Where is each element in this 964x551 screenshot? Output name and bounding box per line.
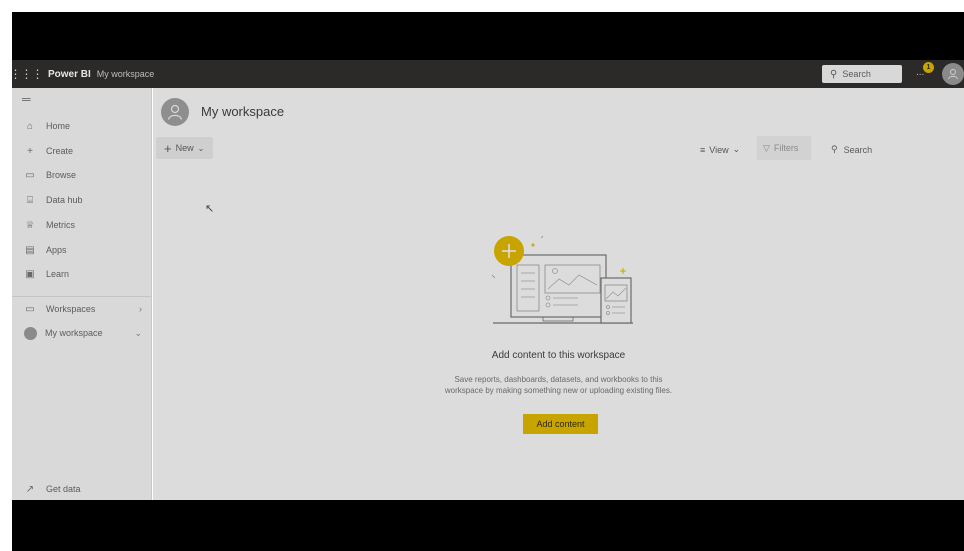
breadcrumb[interactable]: My workspace bbox=[97, 69, 155, 79]
sidebar-item-label: Get data bbox=[46, 484, 81, 494]
sidebar-item-label: Learn bbox=[46, 269, 70, 279]
sidebar-item-create[interactable]: + Create bbox=[12, 140, 152, 162]
sidebar-item-label: My workspace bbox=[45, 328, 103, 338]
database-icon: ⌸ bbox=[27, 194, 33, 206]
left-edge bbox=[0, 0, 12, 551]
sidebar-item-label: Workspaces bbox=[46, 304, 96, 314]
trophy-icon: ♕ bbox=[25, 219, 35, 231]
mouse-cursor-icon: ↖ bbox=[205, 203, 215, 215]
filter-icon: ▽ bbox=[763, 142, 770, 153]
plus-icon: + bbox=[27, 145, 33, 157]
chevron-right-icon: › bbox=[139, 304, 142, 314]
screen: ⋮⋮⋮ Power BI My workspace ⚲ Search ... 1… bbox=[0, 0, 964, 551]
arrow-up-right-icon: ↗ bbox=[25, 483, 35, 495]
sidebar-divider bbox=[12, 296, 152, 297]
sidebar-item-workspaces[interactable]: ▭ Workspaces › bbox=[12, 298, 152, 320]
filters-button[interactable]: ▽ Filters bbox=[757, 136, 811, 160]
sidebar-item-label: Browse bbox=[46, 170, 77, 180]
workspaces-icon: ▭ bbox=[25, 303, 35, 315]
workspace-avatar-icon bbox=[24, 326, 37, 340]
chevron-down-icon: ⌄ bbox=[197, 143, 205, 153]
sidebar: ═ ⌂ Home + Create ▭ Browse ⌸ Data hub ♕ … bbox=[12, 88, 152, 500]
sidebar-item-home[interactable]: ⌂ Home bbox=[12, 115, 152, 137]
book-icon: ▣ bbox=[25, 268, 35, 280]
view-button[interactable]: ≡ View ⌄ bbox=[700, 144, 740, 155]
empty-state-title: Add content to this workspace bbox=[491, 350, 626, 361]
sidebar-item-browse[interactable]: ▭ Browse bbox=[12, 164, 152, 186]
top-search-box[interactable]: ⚲ Search bbox=[822, 65, 902, 83]
hamburger-icon[interactable]: ═ bbox=[22, 92, 31, 106]
sidebar-item-label: Create bbox=[46, 146, 74, 156]
workspace-search-label: Search bbox=[843, 144, 873, 155]
apps-icon: ▤ bbox=[25, 244, 35, 256]
empty-state-description-line2: workspace by making something new or upl… bbox=[444, 386, 673, 395]
sidebar-item-metrics[interactable]: ♕ Metrics bbox=[12, 214, 152, 236]
sidebar-item-label: Data hub bbox=[46, 195, 83, 205]
app-name[interactable]: Power BI bbox=[48, 69, 91, 80]
sidebar-item-label: Metrics bbox=[46, 220, 75, 230]
add-content-button[interactable]: Add content bbox=[523, 414, 598, 434]
search-icon: ⚲ bbox=[831, 144, 838, 154]
top-bar: ⋮⋮⋮ Power BI My workspace ⚲ Search ... 1 bbox=[10, 60, 964, 88]
sidebar-item-label: Apps bbox=[46, 245, 67, 255]
chevron-down-icon: ⌄ bbox=[134, 327, 142, 338]
sidebar-item-data-hub[interactable]: ⌸ Data hub bbox=[12, 189, 152, 211]
waffle-icon[interactable]: ⋮⋮⋮ bbox=[10, 67, 44, 81]
sidebar-item-apps[interactable]: ▤ Apps bbox=[12, 239, 152, 261]
workspace-search[interactable]: ⚲ Search bbox=[831, 144, 872, 155]
sidebar-item-learn[interactable]: ▣ Learn bbox=[12, 263, 152, 285]
top-search-placeholder: Search bbox=[842, 69, 871, 79]
main-content: My workspace + New ⌄ ≡ View ⌄ ▽ Filters … bbox=[153, 88, 964, 500]
workspace-avatar bbox=[161, 98, 189, 126]
filters-button-label: Filters bbox=[773, 143, 799, 153]
empty-state-description-line1: Save reports, dashboards, datasets, and … bbox=[454, 375, 663, 384]
chevron-down-icon: ⌄ bbox=[732, 144, 741, 154]
person-icon bbox=[167, 104, 183, 120]
new-button-label: New bbox=[175, 143, 194, 153]
sidebar-item-my-workspace[interactable]: My workspace ⌄ bbox=[12, 322, 152, 344]
empty-state-illustration bbox=[491, 235, 633, 324]
home-icon: ⌂ bbox=[26, 120, 34, 132]
notification-badge[interactable]: 1 bbox=[923, 62, 934, 73]
plus-icon: + bbox=[164, 140, 172, 156]
view-button-label: View bbox=[709, 144, 729, 155]
person-icon bbox=[948, 69, 958, 80]
new-button[interactable]: + New ⌄ bbox=[156, 137, 213, 159]
letterbox-top bbox=[12, 12, 964, 60]
user-avatar-icon[interactable] bbox=[942, 63, 964, 85]
search-icon: ⚲ bbox=[830, 68, 838, 80]
folder-icon: ▭ bbox=[25, 169, 35, 181]
sidebar-item-get-data[interactable]: ↗ Get data bbox=[12, 478, 152, 500]
sidebar-item-label: Home bbox=[46, 121, 71, 131]
letterbox-bottom bbox=[12, 500, 964, 551]
page-title: My workspace bbox=[201, 104, 285, 119]
view-lines-icon: ≡ bbox=[700, 144, 706, 155]
